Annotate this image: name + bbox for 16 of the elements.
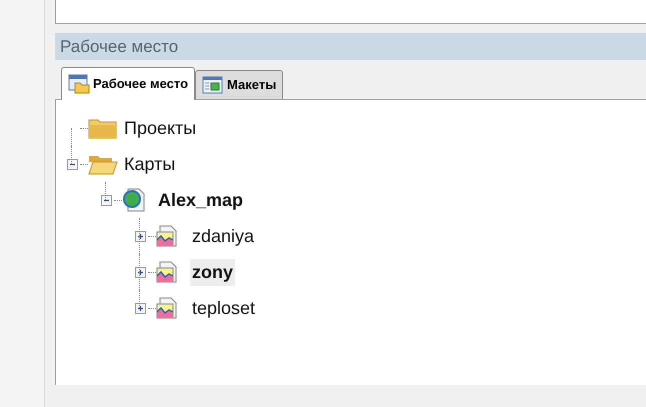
tab[interactable]: Рабочее место bbox=[61, 67, 196, 100]
tree-item[interactable]: teploset bbox=[190, 294, 258, 322]
tree-item[interactable]: zony bbox=[190, 258, 236, 286]
tree-item[interactable]: Alex_map bbox=[156, 186, 246, 214]
expand-icon[interactable] bbox=[134, 302, 146, 314]
expand-icon[interactable] bbox=[134, 230, 146, 242]
tree-item[interactable]: Проекты bbox=[122, 114, 198, 142]
tree-item[interactable]: zdaniya bbox=[190, 222, 256, 250]
collapse-icon[interactable] bbox=[66, 158, 78, 170]
collapse-icon[interactable] bbox=[100, 194, 112, 206]
panel-title: Рабочее место bbox=[60, 36, 178, 58]
layout-window-icon bbox=[202, 75, 224, 95]
tab[interactable]: Макеты bbox=[195, 70, 284, 99]
expand-icon[interactable] bbox=[134, 266, 146, 278]
window-folder-icon bbox=[68, 74, 90, 94]
tree-item[interactable]: Карты bbox=[122, 150, 178, 178]
